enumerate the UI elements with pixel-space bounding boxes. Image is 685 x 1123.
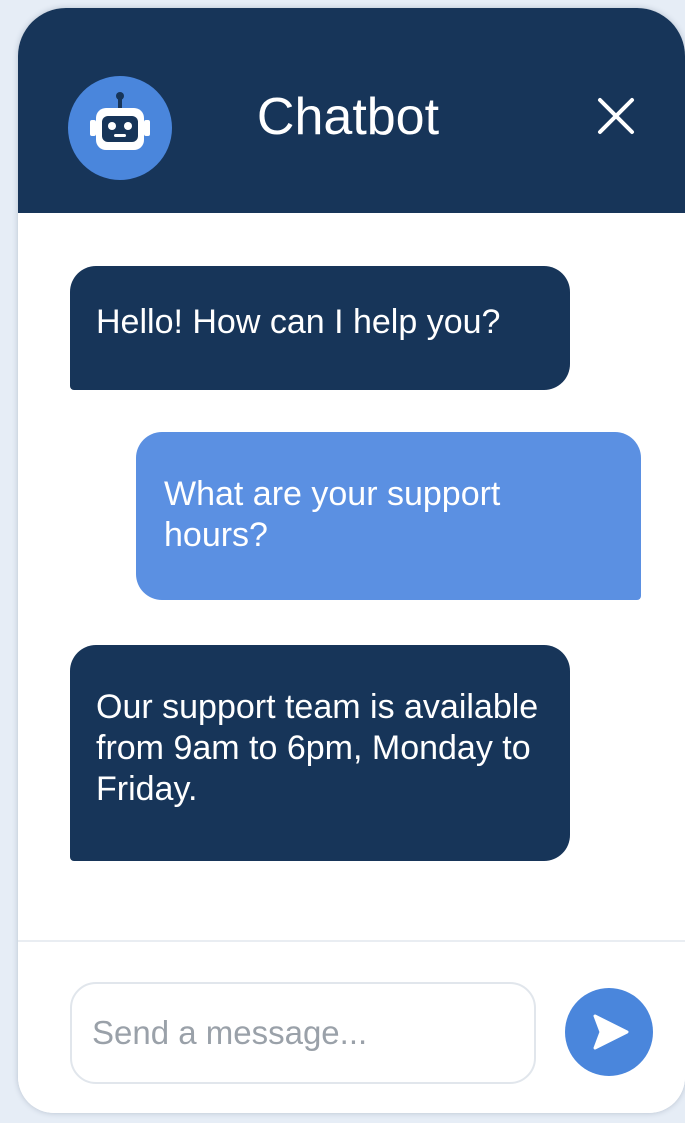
close-icon bbox=[598, 98, 634, 134]
chat-widget: Chatbot Hello! How can I help you? What … bbox=[18, 8, 685, 1113]
message-composer bbox=[18, 942, 685, 1113]
message-list: Hello! How can I help you? What are your… bbox=[18, 213, 685, 940]
close-button[interactable] bbox=[588, 88, 644, 144]
chat-header: Chatbot bbox=[18, 8, 685, 213]
message-input[interactable] bbox=[70, 982, 536, 1084]
user-message: What are your support hours? bbox=[136, 432, 641, 600]
bot-message: Hello! How can I help you? bbox=[70, 266, 570, 390]
bot-avatar bbox=[68, 76, 172, 180]
chat-title: Chatbot bbox=[256, 88, 440, 146]
send-button[interactable] bbox=[565, 988, 653, 1076]
robot-icon bbox=[90, 92, 150, 150]
send-arrow-icon bbox=[593, 1014, 629, 1050]
bot-message: Our support team is available from 9am t… bbox=[70, 645, 570, 861]
